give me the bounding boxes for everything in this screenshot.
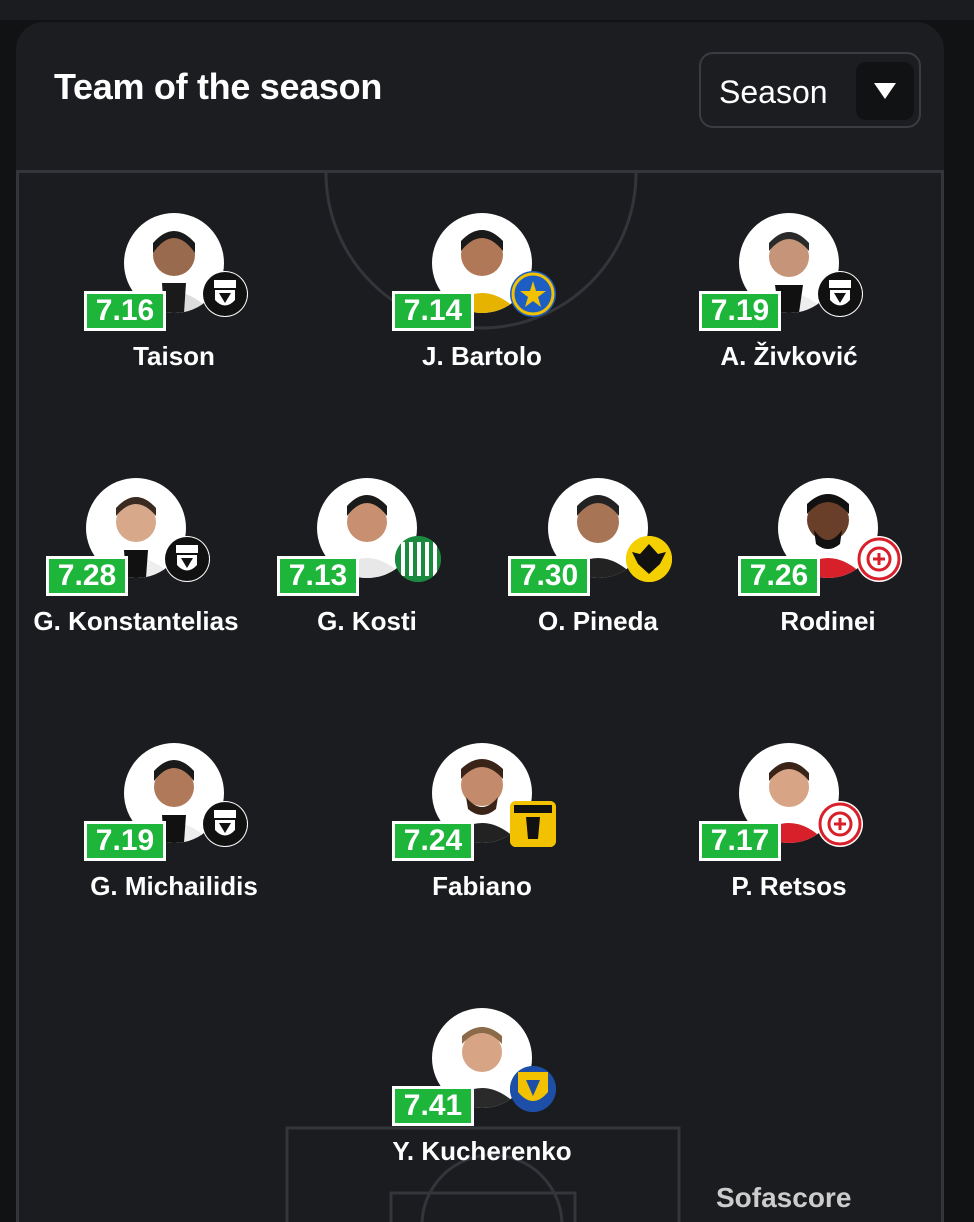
player-card[interactable]: 7.30 O. Pineda: [468, 478, 728, 648]
player-name: Fabiano: [432, 871, 532, 901]
player-card[interactable]: 7.17 P. Retsos: [659, 743, 919, 913]
player-name: O. Pineda: [538, 606, 658, 636]
paok-badge-icon: [202, 801, 248, 847]
panetolikos-badge-icon: [510, 1066, 556, 1112]
rating-badge: 7.30: [508, 556, 590, 596]
season-dropdown[interactable]: Season: [699, 52, 921, 128]
pitch: 7.16 Taison 7.14 J. Bartolo 7.19 A. Živk…: [16, 170, 944, 1222]
olympiacos-badge-icon: [856, 536, 902, 582]
rating-badge: 7.26: [738, 556, 820, 596]
rating-badge: 7.41: [392, 1086, 474, 1126]
rating-badge: 7.16: [84, 291, 166, 331]
season-selected-value: Season: [719, 74, 828, 110]
levadiakos-badge-icon: [395, 536, 441, 582]
paok-badge-icon: [202, 271, 248, 317]
player-card[interactable]: 7.16 Taison: [44, 213, 304, 383]
top-bar: [0, 0, 974, 20]
player-name: G. Michailidis: [90, 871, 258, 901]
player-card[interactable]: 7.26 Rodinei: [698, 478, 944, 648]
player-name: Rodinei: [780, 606, 876, 636]
rating-badge: 7.13: [277, 556, 359, 596]
player-card[interactable]: 7.13 G. Kosti: [237, 478, 497, 648]
player-name: G. Kosti: [317, 606, 417, 636]
player-card[interactable]: 7.41 Y. Kucherenko: [352, 1008, 612, 1178]
player-name: Taison: [133, 341, 215, 371]
asteras-badge-icon: [510, 271, 556, 317]
sofascore-logo: Sofascore: [716, 1182, 852, 1213]
player-card[interactable]: 7.24 Fabiano: [352, 743, 612, 913]
rating-badge: 7.14: [392, 291, 474, 331]
rating-badge: 7.17: [699, 821, 781, 861]
player-card[interactable]: 7.19 G. Michailidis: [44, 743, 304, 913]
rating-badge: 7.24: [392, 821, 474, 861]
player-card[interactable]: 7.14 J. Bartolo: [352, 213, 612, 383]
player-name: J. Bartolo: [422, 341, 542, 371]
player-card[interactable]: 7.28 G. Konstantelias: [16, 478, 266, 648]
rating-badge: 7.28: [46, 556, 128, 596]
olympiacos-badge-icon: [817, 801, 863, 847]
rating-badge: 7.19: [84, 821, 166, 861]
rating-badge: 7.19: [699, 291, 781, 331]
aris-badge-icon: [510, 801, 556, 847]
aek-badge-icon: [626, 536, 672, 582]
player-name: P. Retsos: [731, 871, 847, 901]
player-name: G. Konstantelias: [33, 606, 239, 636]
paok-badge-icon: [817, 271, 863, 317]
paok-badge-icon: [164, 536, 210, 582]
team-of-season-card: Team of the season Season 7.16 Taison 7.…: [16, 22, 944, 1222]
chevron-down-icon[interactable]: [856, 62, 914, 120]
player-name: Y. Kucherenko: [392, 1136, 572, 1166]
player-name: A. Živković: [720, 341, 858, 371]
player-card[interactable]: 7.19 A. Živković: [659, 213, 919, 383]
card-title: Team of the season: [54, 66, 383, 107]
